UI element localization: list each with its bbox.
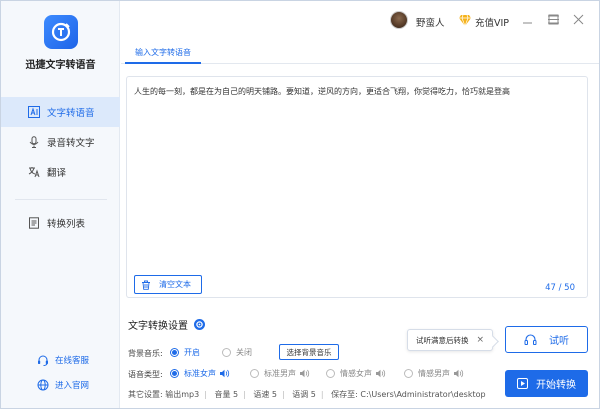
sidebar-item-translate[interactable]: 翻译 (1, 157, 120, 187)
sidebar-item-label: 录音转文字 (47, 138, 95, 149)
tooltip-close-icon[interactable]: × (476, 335, 484, 345)
sidebar: 迅捷文字转语音 文字转语音 录音转文字 翻译 转换列表 在线客服 进入官网 (1, 1, 120, 408)
bgm-on-label: 开启 (184, 348, 200, 357)
globe-icon (37, 379, 49, 391)
translate-icon (28, 166, 40, 178)
radio-dot (170, 369, 179, 378)
close-icon[interactable] (571, 12, 585, 26)
text-editor[interactable]: 人生的每一刻，都是在为自己的明天铺路。要知道，逆风的方向，更适合飞翔，你觉得吃力… (126, 76, 588, 298)
voice-emotional-female-radio[interactable]: 情感女声 (326, 368, 386, 379)
char-count: 47 / 50 (545, 283, 575, 293)
online-support-label: 在线客服 (55, 356, 90, 366)
sidebar-divider (15, 199, 107, 200)
official-site-link[interactable]: 进入官网 (37, 379, 89, 391)
settings-title: 文字转换设置 (128, 317, 206, 332)
title-bar: 野蛮人 充值VIP (121, 1, 599, 37)
tab-input-text-to-speech[interactable]: 输入文字转语音 (125, 42, 201, 64)
list-icon (28, 217, 40, 229)
editor-text[interactable]: 人生的每一刻，都是在为自己的明天铺路。要知道，逆风的方向，更适合飞翔，你觉得吃力… (134, 86, 579, 98)
tab-bar: 输入文字转语音 (121, 42, 599, 64)
tooltip-text: 试听满意后转换 (416, 335, 469, 345)
speaker-icon[interactable] (300, 369, 310, 378)
clear-text-label: 清空文本 (159, 280, 191, 289)
voice-option-label: 标准女声 (184, 369, 216, 378)
headphones-icon (524, 333, 537, 346)
output-format[interactable]: 输出mp3 (165, 390, 199, 399)
username[interactable]: 野蛮人 (416, 15, 445, 29)
voice-emotional-male-radio[interactable]: 情感男声 (404, 368, 464, 379)
tooltip: 试听满意后转换 × (407, 329, 493, 351)
maximize-icon[interactable] (546, 12, 560, 26)
voice-option-label: 情感男声 (418, 369, 450, 378)
sidebar-item-label: 文字转语音 (47, 108, 95, 119)
voice-standard-male-radio[interactable]: 标准男声 (250, 368, 310, 379)
pitch-setting[interactable]: 语调 5 (292, 390, 316, 399)
radio-dot (170, 348, 179, 357)
preview-button[interactable]: 试听 (505, 326, 588, 353)
radio-dot (250, 369, 259, 378)
sidebar-item-text-to-speech[interactable]: 文字转语音 (1, 97, 120, 127)
radio-dot (222, 348, 231, 357)
app-name: 迅捷文字转语音 (25, 60, 96, 71)
start-conversion-button[interactable]: 开始转换 (505, 370, 588, 397)
other-settings-label: 其它设置: (128, 390, 163, 399)
headset-icon (37, 354, 49, 366)
bgm-off-label: 关闭 (236, 348, 252, 357)
other-settings-row: 其它设置: 输出mp3 | 音量 5 | 语速 5 | 语调 5 | 保存至: C:\U… (128, 390, 486, 399)
speed-setting[interactable]: 语速 5 (253, 390, 277, 399)
save-path[interactable]: 保存至: C:\Users\Administrator\desktop (331, 390, 485, 399)
sidebar-item-conversion-list[interactable]: 转换列表 (1, 208, 120, 238)
bgm-off-radio[interactable]: 关闭 (222, 347, 252, 358)
play-icon (517, 378, 528, 389)
official-site-label: 进入官网 (55, 381, 90, 391)
microphone-icon (28, 136, 40, 148)
minimize-icon[interactable] (520, 12, 534, 26)
vip-recharge-link[interactable]: 充值VIP (475, 15, 509, 29)
sidebar-item-label: 转换列表 (47, 219, 86, 230)
speaker-icon[interactable] (220, 369, 230, 378)
text-to-speech-icon (28, 106, 40, 118)
speaker-icon[interactable] (454, 369, 464, 378)
bgm-label: 背景音乐: (128, 349, 163, 358)
voice-type-label: 语音类型: (128, 370, 163, 379)
vip-diamond-icon[interactable] (458, 13, 472, 27)
app-logo-icon (44, 15, 78, 49)
preview-label: 试听 (549, 336, 569, 347)
settings-title-text: 文字转换设置 (128, 321, 188, 332)
volume-setting[interactable]: 音量 5 (214, 390, 238, 399)
choose-bgm-button[interactable]: 选择背景音乐 (279, 344, 339, 360)
online-support-link[interactable]: 在线客服 (37, 354, 89, 366)
avatar[interactable] (390, 11, 408, 29)
sidebar-item-label: 翻译 (47, 168, 67, 179)
start-conversion-label: 开始转换 (536, 380, 576, 391)
voice-option-label: 情感女声 (340, 369, 372, 378)
trash-icon (141, 280, 151, 290)
voice-option-label: 标准男声 (264, 369, 296, 378)
radio-dot (404, 369, 413, 378)
radio-dot (326, 369, 335, 378)
sidebar-item-recording-to-text[interactable]: 录音转文字 (1, 127, 120, 157)
bgm-on-radio[interactable]: 开启 (170, 347, 200, 358)
gear-icon[interactable] (193, 318, 206, 331)
voice-standard-female-radio[interactable]: 标准女声 (170, 368, 230, 379)
speaker-icon[interactable] (376, 369, 386, 378)
clear-text-button[interactable]: 清空文本 (134, 275, 202, 294)
